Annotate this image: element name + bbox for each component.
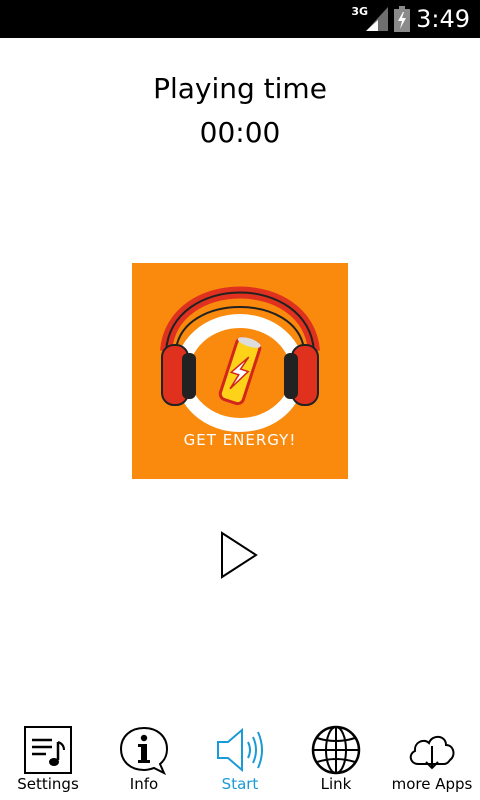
- tab-link[interactable]: Link: [288, 720, 384, 800]
- cloud-download-icon: [409, 735, 455, 770]
- network-type: 3G: [351, 4, 369, 18]
- playing-time-title: Playing time: [153, 72, 327, 105]
- bottom-tab-bar: Settings Info Start Link more Apps: [0, 720, 480, 800]
- status-clock: 3:49: [416, 5, 470, 33]
- settings-music-icon: [24, 726, 72, 774]
- tab-info-label: Info: [129, 775, 159, 793]
- tab-start-label: Start: [221, 775, 259, 793]
- info-bubble-icon: [119, 726, 169, 776]
- tab-start[interactable]: Start: [192, 720, 288, 800]
- battery-icon: [394, 6, 411, 32]
- tab-link-label: Link: [320, 775, 352, 793]
- globe-icon: [311, 725, 361, 775]
- album-cover: GET ENERGY!: [132, 263, 348, 479]
- cover-text: GET ENERGY!: [184, 431, 297, 449]
- play-button[interactable]: [218, 530, 262, 580]
- play-icon: [221, 531, 258, 579]
- tab-more-apps-label: more Apps: [391, 775, 473, 793]
- status-bar: 3G 3:49: [0, 0, 480, 38]
- tab-more-apps[interactable]: more Apps: [384, 720, 480, 800]
- signal-icon: [366, 7, 389, 31]
- speaker-icon: [217, 727, 263, 773]
- tab-settings[interactable]: Settings: [0, 720, 96, 800]
- tab-settings-label: Settings: [17, 775, 79, 793]
- playing-time-value: 00:00: [199, 116, 281, 149]
- headphones-energy-logo: GET ENERGY!: [160, 286, 320, 449]
- tab-info[interactable]: Info: [96, 720, 192, 800]
- status-indicators: 3G 3:49: [343, 0, 470, 38]
